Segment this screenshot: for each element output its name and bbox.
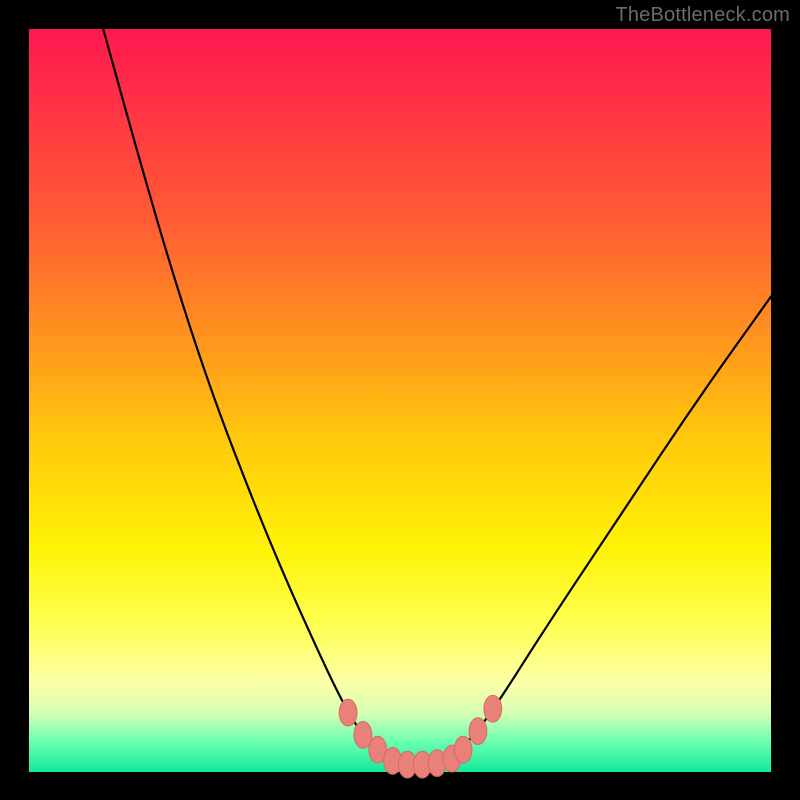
- curve-marker: [469, 718, 487, 745]
- watermark-text: TheBottleneck.com: [615, 4, 790, 27]
- bottleneck-curve: [103, 29, 771, 765]
- chart-frame: TheBottleneck.com: [0, 0, 800, 800]
- curve-marker: [339, 699, 357, 726]
- chart-svg: [29, 29, 771, 772]
- plot-area: [29, 29, 771, 772]
- curve-marker: [484, 695, 502, 722]
- curve-markers: [339, 695, 501, 778]
- curve-marker: [454, 736, 472, 763]
